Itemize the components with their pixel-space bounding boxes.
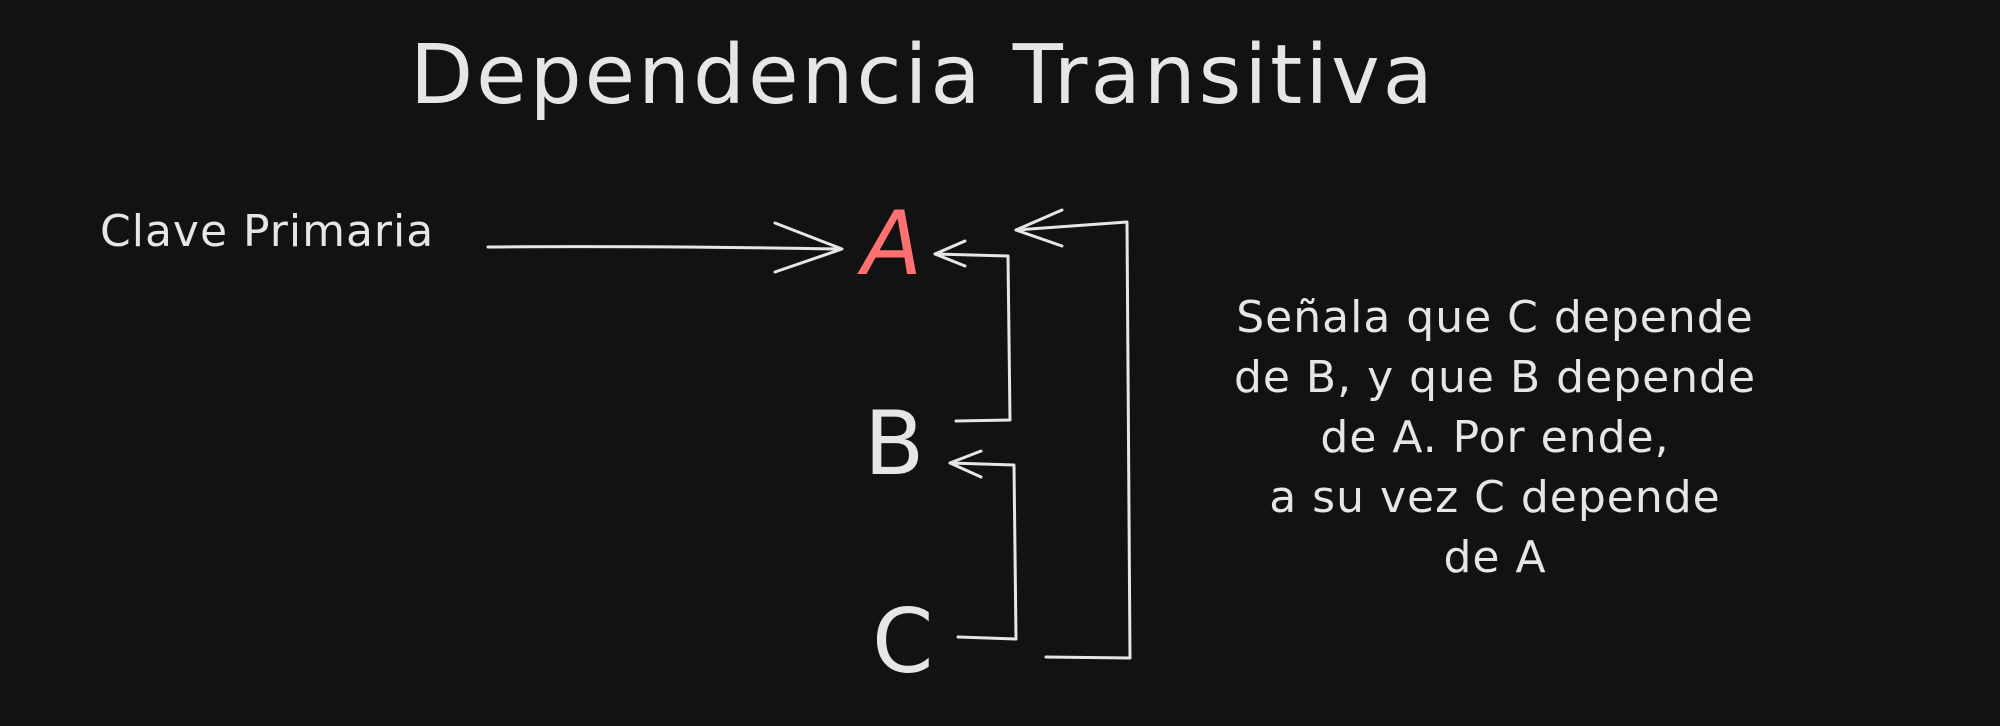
primary-key-arrow [486, 221, 844, 274]
arrows-layer [486, 208, 1132, 660]
b-to-a-arrow [933, 239, 1012, 423]
c-to-b-arrow [948, 449, 1018, 641]
diagram-canvas: Dependencia Transitiva Clave Primaria A … [0, 0, 2000, 726]
c-to-a-arrow [1014, 208, 1132, 660]
